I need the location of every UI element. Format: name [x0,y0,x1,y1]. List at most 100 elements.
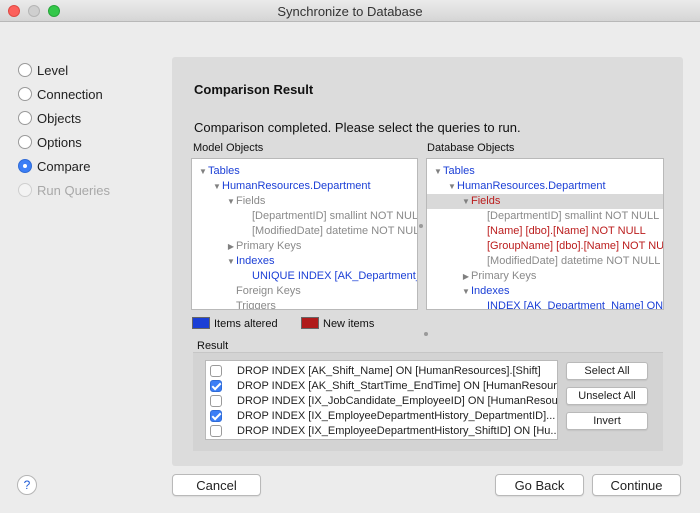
continue-button[interactable]: Continue [592,474,681,496]
tree-node[interactable]: ▼Tables [192,164,417,179]
disclosure-expanded-icon[interactable]: ▼ [226,254,236,269]
query-text: DROP INDEX [IX_EmployeeDepartmentHistory… [237,409,556,422]
database-objects-tree[interactable]: ▼Tables ▼HumanResources.Department ▼Fields… [426,158,664,310]
step-radio-icon [18,63,32,77]
tree-node[interactable]: ▼Indexes [192,254,417,269]
tree-node[interactable]: UNIQUE INDEX [AK_Department_Name] [192,269,417,284]
step-objects[interactable]: Objects [18,106,110,130]
step-radio-icon [18,87,32,101]
disclosure-expanded-icon[interactable]: ▼ [198,164,208,179]
list-item[interactable]: DROP INDEX [AK_Shift_StartTime_EndTime] … [206,378,557,393]
step-label: Objects [37,110,82,126]
list-item[interactable]: DROP INDEX [IX_JobCandidate_EmployeeID] … [206,393,557,408]
disclosure-expanded-icon[interactable]: ▼ [461,194,471,209]
tree-node[interactable]: ▶ Primary Keys [427,269,663,284]
disclosure-collapsed-icon[interactable]: ▶ [461,269,471,284]
status-message: Comparison completed. Please select the … [194,120,521,135]
step-label: Options [37,134,82,150]
tree-node[interactable]: ▼Indexes [427,284,663,299]
tree-node-label: INDEX [AK_Department_Name] ON [487,300,664,310]
items-altered-swatch [192,317,210,329]
invert-button[interactable]: Invert [566,412,648,430]
query-text: DROP INDEX [IX_EmployeeDepartmentHistory… [237,424,558,437]
step-connection[interactable]: Connection [18,82,110,106]
query-text: DROP INDEX [AK_Shift_StartTime_EndTime] … [237,379,558,392]
model-objects-tree[interactable]: ▼Tables ▼HumanResources.Department ▼Fields… [191,158,418,310]
disclosure-expanded-icon[interactable]: ▼ [212,179,222,194]
tree-node[interactable]: ▼HumanResources.Department [192,179,417,194]
wizard-steps: Level Connection Objects Options Compare Run … [18,58,110,202]
checkbox-checked[interactable] [210,409,222,422]
splitter-handle[interactable] [419,224,423,228]
step-radio-icon [18,111,32,125]
tree-node[interactable]: [ModifiedDate] datetime NOT NULL [192,224,417,239]
result-query-list[interactable]: DROP INDEX [AK_Shift_Name] ON [HumanReso… [205,360,558,440]
tree-node[interactable]: [ModifiedDate] datetime NOT NULL [427,254,663,269]
tree-node[interactable]: [Name] [dbo].[Name] NOT NULL [427,224,663,239]
query-text: DROP INDEX [AK_Shift_Name] ON [HumanReso… [237,364,541,377]
tree-node-label: Indexes [471,285,510,297]
model-objects-label: Model Objects [193,142,264,154]
tree-node-label: [GroupName] [dbo].[Name] NOT NULL [487,240,664,252]
window-title: Synchronize to Database [277,4,423,19]
tree-node-label: Indexes [236,255,275,267]
tree-node-label: Primary Keys [236,240,302,252]
tree-node[interactable]: INDEX [AK_Department_Name] ON [427,299,664,310]
tree-node-label: HumanResources.Department [457,180,606,192]
checkbox-unchecked[interactable] [210,424,222,437]
unselect-all-button[interactable]: Unselect All [566,387,648,405]
tree-node-label: Tables [443,165,475,177]
tree-node-label: [DepartmentID] smallint NOT NULL [487,210,660,222]
help-button[interactable]: ? [17,475,37,495]
disclosure-collapsed-icon[interactable]: ▶ [226,239,236,254]
tree-node-label: Foreign Keys [236,285,301,297]
tree-node[interactable]: [GroupName] [dbo].[Name] NOT NULL [427,239,664,254]
new-items-swatch [301,317,319,329]
vertical-splitter-handle[interactable] [424,332,428,336]
disclosure-expanded-icon[interactable]: ▼ [461,284,471,299]
step-label: Compare [37,158,91,174]
tree-node-label: UNIQUE INDEX [AK_Department_Name] [252,270,417,282]
tree-node-label: Triggers [236,300,276,310]
step-label: Connection [37,86,103,102]
tree-node-label: HumanResources.Department [222,180,371,192]
go-back-button[interactable]: Go Back [495,474,584,496]
checkbox-unchecked[interactable] [210,364,222,377]
query-text: DROP INDEX [IX_JobCandidate_EmployeeID] … [237,394,558,407]
result-label: Result [197,340,229,352]
disclosure-expanded-icon[interactable]: ▼ [226,194,236,209]
tree-node[interactable]: [DepartmentID] smallint NOT NULL [192,209,418,224]
step-radio-icon [18,159,32,173]
list-item[interactable]: DROP INDEX [AK_Shift_Name] ON [HumanReso… [206,363,557,378]
select-all-button[interactable]: Select All [566,362,648,380]
tree-node[interactable]: ▼Fields [427,194,663,209]
step-label: Level [37,62,69,78]
tree-node-label: Fields [236,195,266,207]
tree-node[interactable]: ▼HumanResources.Department [427,179,663,194]
checkbox-checked[interactable] [210,379,222,392]
step-options[interactable]: Options [18,130,110,154]
tree-node-label: Fields [471,195,501,207]
step-level[interactable]: Level [18,58,110,82]
tree-node[interactable]: ▶ Primary Keys [192,239,417,254]
page-title: Comparison Result [194,82,314,97]
database-objects-label: Database Objects [427,142,515,154]
tree-node-label: [DepartmentID] smallint NOT NULL [252,210,418,222]
tree-node[interactable]: Triggers [192,299,417,310]
items-altered-label: Items altered [214,318,278,330]
title-bar: Synchronize to Database [0,0,700,22]
tree-node[interactable]: Foreign Keys [192,284,417,299]
tree-node[interactable]: ▼Fields [192,194,417,209]
list-item[interactable]: DROP INDEX [IX_EmployeeDepartmentHistory… [206,423,557,438]
new-items-label: New items [323,318,375,330]
disclosure-expanded-icon[interactable]: ▼ [447,179,457,194]
list-item[interactable]: DROP INDEX [IX_EmployeeDepartmentHistory… [206,408,557,423]
step-label: Run Queries [37,182,110,198]
disclosure-expanded-icon[interactable]: ▼ [433,164,443,179]
tree-node[interactable]: ▼Tables [427,164,663,179]
tree-node[interactable]: [DepartmentID] smallint NOT NULL [427,209,663,224]
step-compare[interactable]: Compare [18,154,110,178]
tree-node-label: [Name] [dbo].[Name] NOT NULL [487,225,646,237]
checkbox-unchecked[interactable] [210,394,222,407]
cancel-button[interactable]: Cancel [172,474,261,496]
